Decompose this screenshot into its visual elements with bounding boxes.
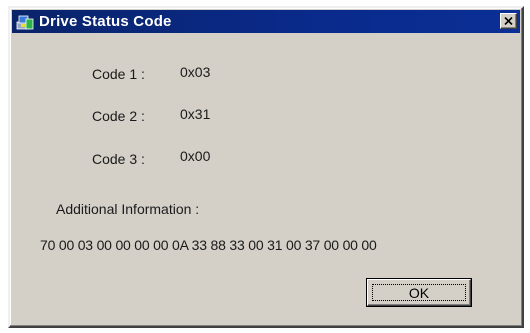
ok-button-face: OK xyxy=(367,279,471,306)
close-button[interactable] xyxy=(500,13,517,29)
close-icon xyxy=(504,17,513,25)
code-3-value: 0x00 xyxy=(180,148,211,164)
title-bar[interactable]: Drive Status Code xyxy=(12,10,520,33)
dialog-window: Drive Status Code Code 1 : 0x03 Code 2 :… xyxy=(8,6,524,328)
code-1-label: Code 1 : xyxy=(92,66,145,82)
code-2-label: Code 2 : xyxy=(92,108,145,124)
code-1-value: 0x03 xyxy=(180,64,211,80)
code-3-label: Code 3 : xyxy=(92,151,145,167)
code-2-value: 0x31 xyxy=(180,106,211,122)
additional-info-value: 70 00 03 00 00 00 00 0A 33 88 33 00 31 0… xyxy=(40,237,377,253)
ok-button[interactable]: OK xyxy=(366,278,472,307)
additional-info-label: Additional Information : xyxy=(56,201,200,217)
app-icon xyxy=(16,13,34,31)
window-title: Drive Status Code xyxy=(39,13,172,30)
ok-button-label: OK xyxy=(372,284,466,301)
